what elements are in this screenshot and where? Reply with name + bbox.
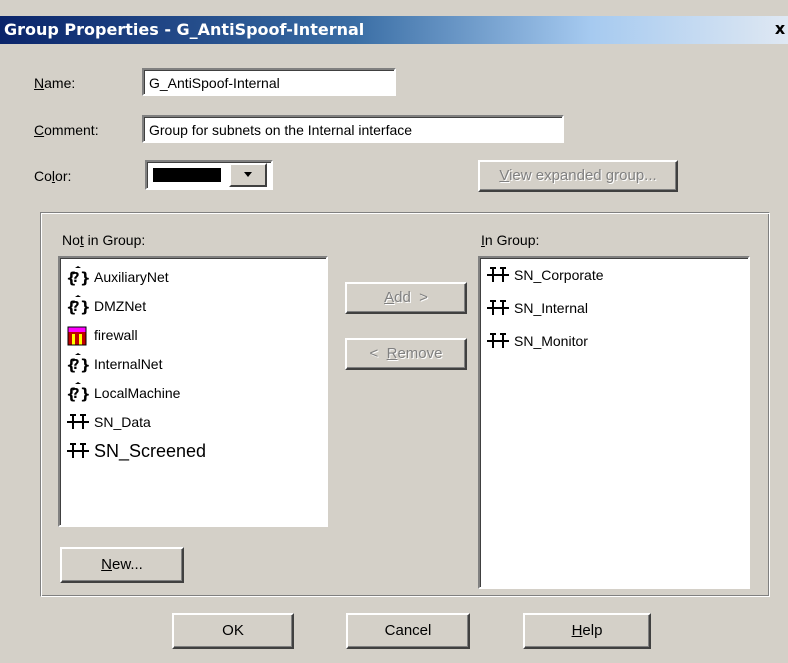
subnet-icon — [66, 411, 90, 433]
name-label: Name: — [34, 75, 76, 91]
network-object-icon: {?} — [66, 266, 90, 288]
list-item[interactable]: SN_Corporate — [486, 262, 604, 288]
close-button[interactable]: x — [770, 19, 788, 39]
remove-button[interactable]: < Remove — [345, 338, 467, 370]
comment-field[interactable]: Group for subnets on the Internal interf… — [142, 115, 564, 143]
svg-text:}: } — [80, 269, 90, 287]
color-label: Color: — [34, 168, 72, 184]
list-item[interactable]: {?} DMZNet — [66, 293, 146, 319]
subnet-icon — [486, 264, 510, 286]
chevron-down-icon — [244, 172, 252, 177]
color-swatch — [153, 168, 221, 182]
network-object-icon: {?} — [66, 353, 90, 375]
firewall-icon — [66, 324, 90, 346]
list-item[interactable]: SN_Internal — [486, 295, 588, 321]
color-dropdown-button[interactable] — [229, 163, 267, 187]
list-item[interactable]: SN_Data — [66, 409, 151, 435]
cancel-button[interactable]: Cancel — [346, 613, 470, 649]
new-button[interactable]: New... — [60, 547, 184, 583]
svg-text:}: } — [80, 385, 90, 403]
name-field[interactable]: G_AntiSpoof-Internal — [142, 68, 396, 96]
view-expanded-group-button[interactable]: View expanded group... — [478, 160, 678, 192]
list-item[interactable]: {?} AuxiliaryNet — [66, 264, 169, 290]
list-item[interactable]: {?} InternalNet — [66, 351, 162, 377]
svg-text:?: ? — [72, 271, 80, 286]
svg-text:?: ? — [72, 358, 80, 373]
group-properties-dialog: Group Properties - G_AntiSpoof-Internal … — [0, 0, 788, 663]
dialog-title: Group Properties - G_AntiSpoof-Internal — [4, 20, 365, 39]
color-select[interactable] — [145, 160, 273, 190]
in-group-label: In Group: — [481, 232, 540, 248]
list-item[interactable]: SN_Monitor — [486, 328, 588, 354]
in-group-list[interactable]: SN_Corporate SN_Internal SN_Monitor — [478, 256, 750, 589]
svg-text:}: } — [80, 356, 90, 374]
network-object-icon: {?} — [66, 295, 90, 317]
comment-label: Comment: — [34, 122, 99, 138]
list-item[interactable]: {?} LocalMachine — [66, 380, 180, 406]
list-item[interactable]: SN_Screened — [66, 438, 206, 464]
help-button[interactable]: Help — [523, 613, 651, 649]
subnet-icon — [486, 297, 510, 319]
subnet-icon — [486, 330, 510, 352]
network-object-icon: {?} — [66, 382, 90, 404]
subnet-icon — [66, 440, 90, 462]
svg-text:?: ? — [72, 387, 80, 402]
list-item[interactable]: firewall — [66, 322, 138, 348]
not-in-group-label: Not in Group: — [62, 232, 146, 248]
not-in-group-list[interactable]: {?} AuxiliaryNet {?} DMZNet firewall {?}… — [58, 256, 328, 527]
title-bar[interactable]: Group Properties - G_AntiSpoof-Internal … — [0, 16, 788, 44]
ok-button[interactable]: OK — [172, 613, 294, 649]
close-icon: x — [774, 19, 786, 38]
svg-text:}: } — [80, 298, 90, 316]
svg-text:?: ? — [72, 300, 80, 315]
add-button[interactable]: Add > — [345, 282, 467, 314]
